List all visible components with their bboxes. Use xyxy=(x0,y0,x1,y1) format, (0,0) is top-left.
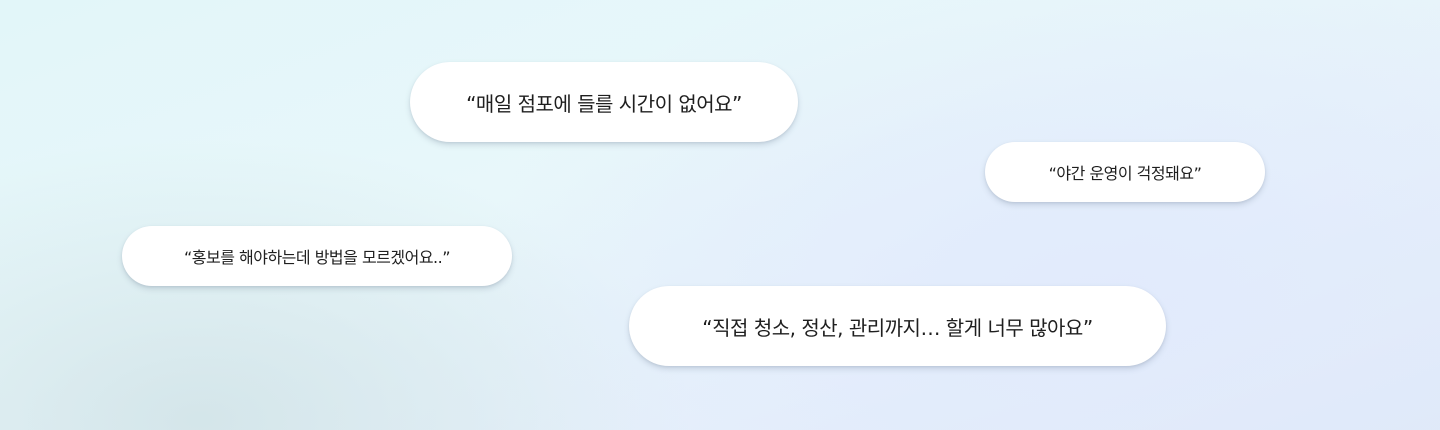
quote-bubble-no-time: “매일 점포에 들를 시간이 없어요” xyxy=(410,62,798,142)
quote-bubble-too-much-work: “직접 청소, 정산, 관리까지… 할게 너무 많아요” xyxy=(629,286,1166,366)
quote-text: “야간 운영이 걱정돼요” xyxy=(1048,164,1202,183)
quote-text: “매일 점포에 들를 시간이 없어요” xyxy=(466,91,742,116)
quote-bubble-promotion: “홍보를 해야하는데 방법을 모르겠어요..” xyxy=(122,226,512,286)
background-gradient: “매일 점포에 들를 시간이 없어요” “야간 운영이 걱정돼요” “홍보를 해… xyxy=(0,0,1440,430)
quote-text: “직접 청소, 정산, 관리까지… 할게 너무 많아요” xyxy=(702,315,1093,340)
quote-bubble-night-operation: “야간 운영이 걱정돼요” xyxy=(985,142,1265,202)
quote-text: “홍보를 해야하는데 방법을 모르겠어요..” xyxy=(183,248,451,267)
